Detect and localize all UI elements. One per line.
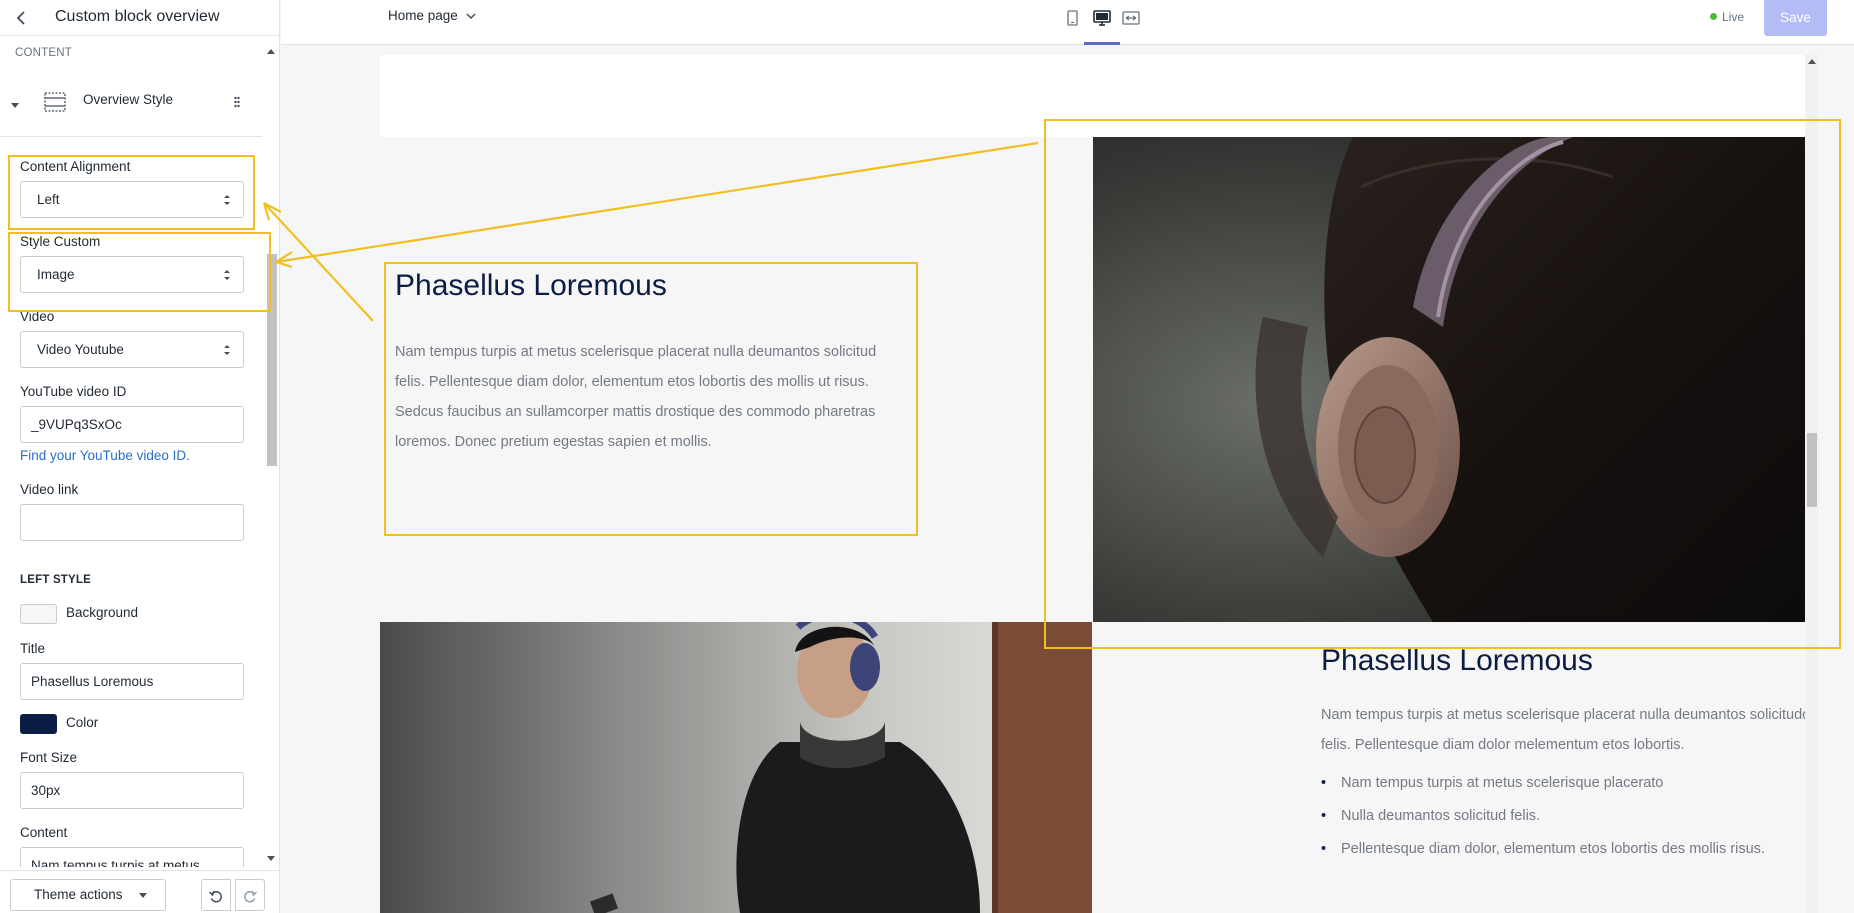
block-name: Overview Style xyxy=(83,92,174,107)
video-link-label: Video link xyxy=(20,482,79,497)
man-headphones-image xyxy=(380,622,1092,913)
font-size-label: Font Size xyxy=(20,750,78,765)
style-custom-label: Style Custom xyxy=(20,234,101,249)
content-section-heading: CONTENT xyxy=(15,47,72,59)
youtube-id-input[interactable]: _9VUPq3SxOc xyxy=(20,406,244,443)
list-item: • Nam tempus turpis at metus scelerisque … xyxy=(1321,767,1805,800)
caret-down-icon[interactable] xyxy=(10,98,20,113)
preview-scrollbar[interactable] xyxy=(1805,55,1819,913)
man-headphones-photo xyxy=(380,622,1092,913)
undo-icon xyxy=(208,890,222,903)
title-color-swatch[interactable] xyxy=(20,714,57,734)
list-item-text: Pellentesque diam dolor, elementum etos … xyxy=(1341,841,1765,857)
headphones-photo xyxy=(1093,137,1805,622)
undo-button[interactable] xyxy=(201,879,231,911)
sidebar-footer: Theme actions xyxy=(0,870,279,913)
title-input[interactable]: Phasellus Loremous xyxy=(20,663,244,700)
desktop-icon xyxy=(1093,10,1111,26)
block1-title: Phasellus Loremous xyxy=(395,269,667,302)
sidebar-scroll-thumb[interactable] xyxy=(267,254,277,466)
block2-bullet-list: • Nam tempus turpis at metus scelerisque … xyxy=(1321,767,1805,866)
overview-block-1: Phasellus Loremous Nam tempus turpis at … xyxy=(380,137,1805,622)
color-label: Color xyxy=(66,715,99,730)
font-size-input[interactable]: 30px xyxy=(20,772,244,809)
section-layout-icon xyxy=(44,92,66,115)
sidebar-title: Custom block overview xyxy=(55,8,220,25)
title-label: Title xyxy=(20,641,46,656)
background-label: Background xyxy=(66,605,139,620)
bullet-dot-icon: • xyxy=(1321,841,1327,857)
redo-button[interactable] xyxy=(235,879,265,911)
content-label: Content xyxy=(20,825,68,840)
style-custom-select[interactable]: Image xyxy=(20,256,244,293)
list-item-text: Nulla deumantos solicitud felis. xyxy=(1341,808,1541,824)
content-alignment-select[interactable]: Left xyxy=(20,181,244,218)
find-youtube-id-link[interactable]: Find your YouTube video ID. xyxy=(20,448,190,463)
list-item: • Nulla deumantos solicitud felis. xyxy=(1321,800,1805,833)
sidebar-settings-panel: CONTENT Overview Style Content Alignment… xyxy=(0,36,262,867)
theme-actions-button[interactable]: Theme actions xyxy=(10,879,166,911)
theme-editor-sidebar: Custom block overview CONTENT Overview S… xyxy=(0,0,280,913)
list-item-text: Nam tempus turpis at metus scelerisque p… xyxy=(1341,775,1664,791)
expand-icon xyxy=(1122,11,1140,25)
live-status-label: Live xyxy=(1722,10,1745,24)
chevron-down-icon xyxy=(466,13,476,19)
block1-text: Nam tempus turpis at metus scelerisque p… xyxy=(395,344,877,450)
page-selector-label: Home page xyxy=(388,8,458,23)
content-alignment-label: Content Alignment xyxy=(20,159,131,174)
overview-block-2: Phasellus Loremous Nam tempus turpis at … xyxy=(380,622,1805,913)
block2-text: Nam tempus turpis at metus scelerisque p… xyxy=(1321,707,1805,753)
live-status-dot xyxy=(1710,13,1717,20)
caret-down-icon xyxy=(139,893,147,898)
sidebar-header: Custom block overview xyxy=(0,0,279,36)
bullet-dot-icon: • xyxy=(1321,775,1327,791)
video-value: Video Youtube xyxy=(37,342,124,357)
sidebar-scrollbar[interactable] xyxy=(265,44,277,867)
block2-title: Phasellus Loremous xyxy=(1321,644,1593,677)
page-selector[interactable]: Home page xyxy=(388,8,476,23)
storefront-preview: Phasellus Loremous Nam tempus turpis at … xyxy=(380,55,1805,913)
bullet-dot-icon: • xyxy=(1321,808,1327,824)
active-view-indicator xyxy=(1084,42,1120,45)
style-custom-value: Image xyxy=(37,267,75,282)
block-row-overview-style[interactable]: Overview Style xyxy=(0,72,262,136)
select-arrows-icon xyxy=(224,195,230,205)
theme-actions-label: Theme actions xyxy=(34,887,123,902)
scroll-up-icon[interactable] xyxy=(267,48,275,54)
mobile-icon xyxy=(1067,10,1078,26)
video-label: Video xyxy=(20,309,55,324)
content-textarea[interactable]: Nam tempus turpis at metus xyxy=(20,847,244,867)
background-color-swatch[interactable] xyxy=(20,604,57,624)
fullwidth-view-button[interactable] xyxy=(1119,6,1143,30)
select-arrows-icon xyxy=(224,345,230,355)
drag-handle-icon[interactable] xyxy=(234,96,240,111)
preview-scroll-thumb[interactable] xyxy=(1807,433,1817,507)
video-link-input[interactable] xyxy=(20,504,244,541)
woman-headphones-image xyxy=(1093,137,1805,622)
scroll-up-icon[interactable] xyxy=(1808,58,1816,64)
redo-icon xyxy=(244,890,258,903)
divider xyxy=(0,136,262,137)
back-arrow-icon[interactable] xyxy=(10,7,32,29)
content-alignment-value: Left xyxy=(37,192,60,207)
select-arrows-icon xyxy=(224,270,230,280)
editor-topbar: Home page Live Save xyxy=(281,0,1854,45)
mobile-view-button[interactable] xyxy=(1060,6,1084,30)
scroll-down-icon[interactable] xyxy=(267,856,275,862)
youtube-id-label: YouTube video ID xyxy=(20,384,127,399)
list-item: • Pellentesque diam dolor, elementum etos… xyxy=(1321,833,1805,866)
left-style-heading: LEFT STYLE xyxy=(20,574,91,586)
desktop-view-button[interactable] xyxy=(1090,6,1114,30)
video-select[interactable]: Video Youtube xyxy=(20,331,244,368)
save-button[interactable]: Save xyxy=(1764,0,1827,36)
